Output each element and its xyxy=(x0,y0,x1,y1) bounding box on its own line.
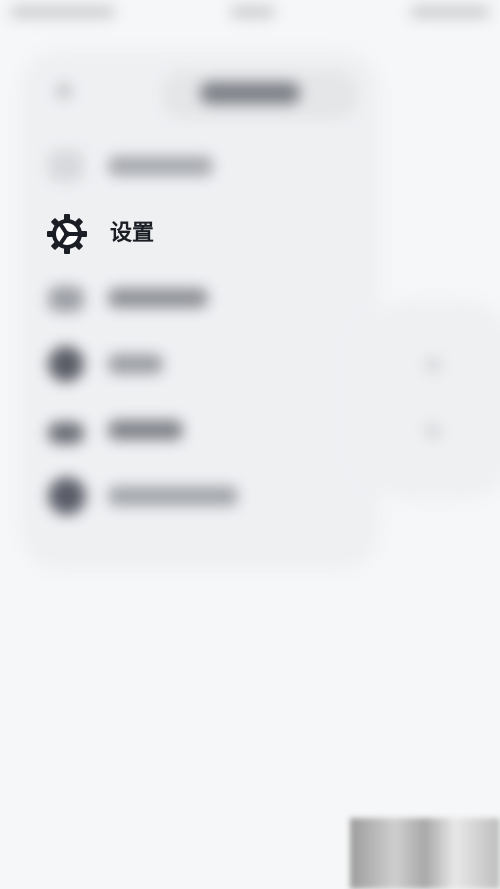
menu-item-settings[interactable]: 设置 xyxy=(30,207,230,261)
avatar-icon xyxy=(48,346,84,382)
menu-item[interactable] xyxy=(30,404,290,456)
user-circle-icon xyxy=(48,477,86,515)
menu-item-label xyxy=(108,288,208,308)
blurred-background xyxy=(0,0,500,889)
menu-item[interactable] xyxy=(30,140,290,192)
menu-item[interactable] xyxy=(30,338,290,390)
folder-icon xyxy=(48,422,84,444)
panel-title xyxy=(200,82,300,104)
document-icon xyxy=(48,150,84,182)
image-icon xyxy=(48,286,84,312)
status-bar xyxy=(0,0,500,28)
chevron-right-icon xyxy=(425,357,441,373)
menu-item-label xyxy=(108,354,163,374)
screen: 设置 xyxy=(0,0,500,889)
gear-icon xyxy=(47,214,87,254)
menu-item-label xyxy=(108,486,238,506)
menu-item-label xyxy=(108,156,213,176)
menu-item[interactable] xyxy=(30,272,290,324)
menu-item-label xyxy=(108,420,183,440)
chevron-right-icon xyxy=(425,423,441,439)
status-bar-battery xyxy=(410,6,490,18)
status-bar-carrier xyxy=(10,6,115,18)
menu-item[interactable] xyxy=(30,470,290,522)
menu-item-label: 设置 xyxy=(110,221,155,246)
side-card xyxy=(350,300,500,500)
status-bar-time xyxy=(230,6,275,18)
preview-thumbnail[interactable] xyxy=(350,818,500,889)
back-icon[interactable] xyxy=(55,82,73,100)
